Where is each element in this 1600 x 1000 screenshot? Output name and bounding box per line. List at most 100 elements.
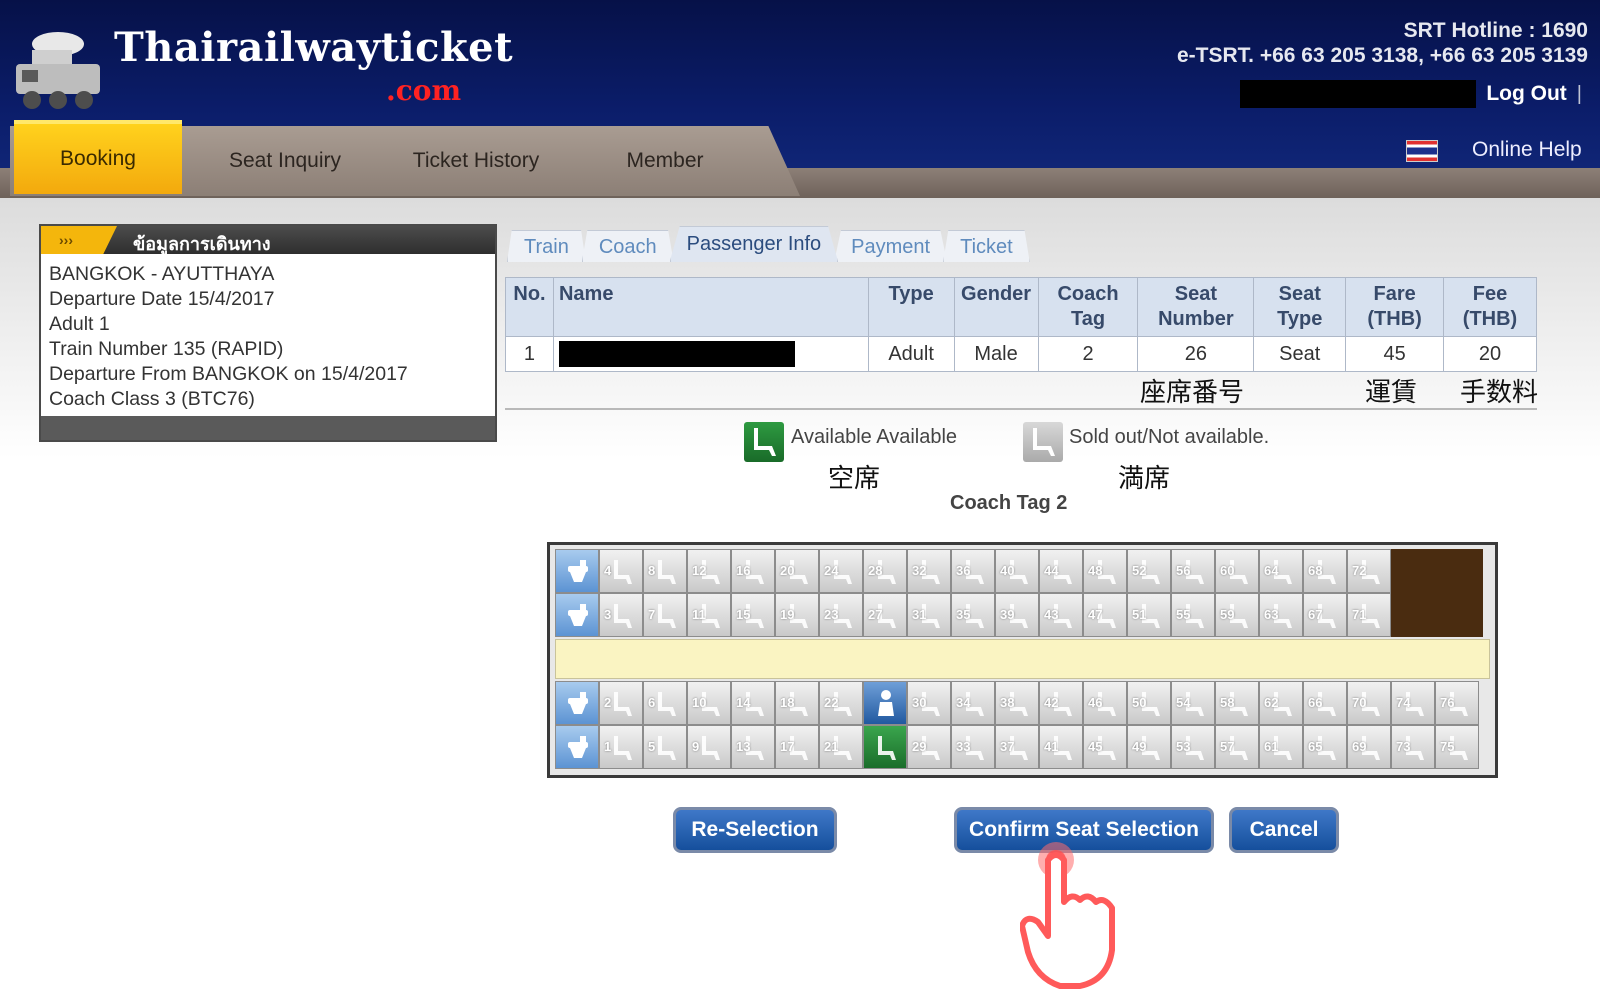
seat-41: 41 [1039,725,1083,769]
seat-71: 71 [1347,593,1391,637]
col-seat-type: Seat Type [1253,277,1347,337]
journey-departure-date: Departure Date 15/4/2017 [49,288,275,310]
seat-31: 31 [907,593,951,637]
step-train[interactable]: Train [507,230,586,262]
col-type: Type [867,277,955,337]
seat-49: 49 [1127,725,1171,769]
seat-52: 52 [1127,549,1171,593]
col-coach-tag-line1: Coach [1057,283,1119,305]
divider [505,408,1537,410]
col-fee-line1: Fee [1472,283,1508,305]
seat-45: 45 [1083,725,1127,769]
step-passenger-info[interactable]: Passenger Info [669,226,839,262]
nav-tab-ticket-history[interactable]: Ticket History [396,128,556,194]
col-seat-type-line2: Type [1277,308,1323,330]
col-coach-tag-line2: Tag [1070,308,1106,330]
hotline-info: SRT Hotline : 1690 e-TSRT. +66 63 205 31… [1177,18,1588,68]
seat-48: 48 [1083,549,1127,593]
redacted-username [1240,80,1477,108]
seat-75: 75 [1435,725,1479,769]
hand-pointer-icon [1020,842,1115,989]
seat-68: 68 [1303,549,1347,593]
journey-departure-from: Departure From BANGKOK on 15/4/2017 [49,363,408,385]
seat-12: 12 [687,549,731,593]
seat-64: 64 [1259,549,1303,593]
journey-route: BANGKOK - AYUTTHAYA [49,263,275,285]
col-fare: Fare (THB) [1345,277,1445,337]
reselection-button[interactable]: Re-Selection [673,807,837,853]
nav-tab-member[interactable]: Member [600,128,730,194]
seat-46: 46 [1083,681,1127,725]
seat-62: 62 [1259,681,1303,725]
nav-tab-seat-inquiry[interactable]: Seat Inquiry [210,128,360,194]
seat-15: 15 [731,593,775,637]
seat-55: 55 [1171,593,1215,637]
annotation-fee: 手数料 [1460,378,1539,408]
seat-51: 51 [1127,593,1171,637]
nav-tab-booking[interactable]: Booking [14,120,182,194]
step-coach[interactable]: Coach [581,230,674,262]
seat-map: 4 8 12 16 20 24 28 32 36 40 44 48 52 56 60 64 68 72 3 7 11 1… [547,542,1498,778]
toilet-icon [555,725,599,769]
aisle [555,639,1490,679]
coach-tag-title: Coach Tag 2 [950,492,1068,514]
seat-30: 30 [907,681,951,725]
cell-coach-tag: 2 [1037,336,1139,372]
seat-39: 39 [995,593,1039,637]
thai-flag-icon[interactable] [1406,140,1438,162]
seat-35: 35 [951,593,995,637]
seat-row-3: 2 6 10 14 18 22 30 34 38 42 46 50 54 58 62 66 70 74 76 [555,681,1495,725]
sold-out-seat-icon [1023,422,1063,462]
seat-65: 65 [1303,725,1347,769]
seat-14: 14 [731,681,775,725]
seat-60: 60 [1215,549,1259,593]
cell-seat-number: 26 [1137,336,1255,372]
seat-36: 36 [951,549,995,593]
available-seat-icon [744,422,784,462]
cell-fare: 45 [1345,336,1445,372]
annotation-fare: 運賃 [1365,378,1418,408]
seat-24: 24 [819,549,863,593]
journey-coach-class: Coach Class 3 (BTC76) [49,388,255,410]
seat-32: 32 [907,549,951,593]
redacted-passenger-name [558,341,795,367]
seat-74: 74 [1391,681,1435,725]
seat-13: 13 [731,725,775,769]
seat-8: 8 [643,549,687,593]
col-fare-line1: Fare [1373,283,1416,305]
toilet-icon [555,681,599,725]
seat-29: 29 [907,725,951,769]
seat-28: 28 [863,549,907,593]
passenger-table: No. Name Type Gender Coach Tag Seat Number… [505,277,1537,372]
seat-70: 70 [1347,681,1391,725]
seat-18: 18 [775,681,819,725]
cell-name [552,336,869,372]
site-logo-text[interactable]: Thairailwayticket [114,24,513,71]
journey-passengers: Adult 1 [49,313,110,335]
col-seat-number-line2: Number [1158,308,1234,330]
journey-panel-footer [41,416,495,440]
seat-69: 69 [1347,725,1391,769]
aisle-row [555,637,1495,681]
col-fare-line2: (THB) [1367,308,1422,330]
seat-38: 38 [995,681,1039,725]
seat-9: 9 [687,725,731,769]
online-help-link[interactable]: Online Help [1472,138,1582,162]
seat-19: 19 [775,593,819,637]
contact-line: e-TSRT. +66 63 205 3138, +66 63 205 3139 [1177,44,1588,67]
seat-40: 40 [995,549,1039,593]
seat-row-2: 3 7 11 15 19 23 27 31 35 39 43 47 51 55 59 63 67 71 [555,593,1495,637]
seat-25[interactable] [863,725,907,769]
logout-link[interactable]: Log Out [1486,82,1566,106]
seat-67: 67 [1303,593,1347,637]
cancel-button[interactable]: Cancel [1229,807,1339,853]
annotation-seat-number: 座席番号 [1140,378,1245,408]
cell-fee: 20 [1443,336,1537,372]
seat-44: 44 [1039,549,1083,593]
step-payment[interactable]: Payment [834,230,948,262]
hotline-line: SRT Hotline : 1690 [1403,19,1588,42]
step-ticket[interactable]: Ticket [943,230,1030,262]
seat-16: 16 [731,549,775,593]
seat-26[interactable] [863,681,907,725]
seat-3: 3 [599,593,643,637]
